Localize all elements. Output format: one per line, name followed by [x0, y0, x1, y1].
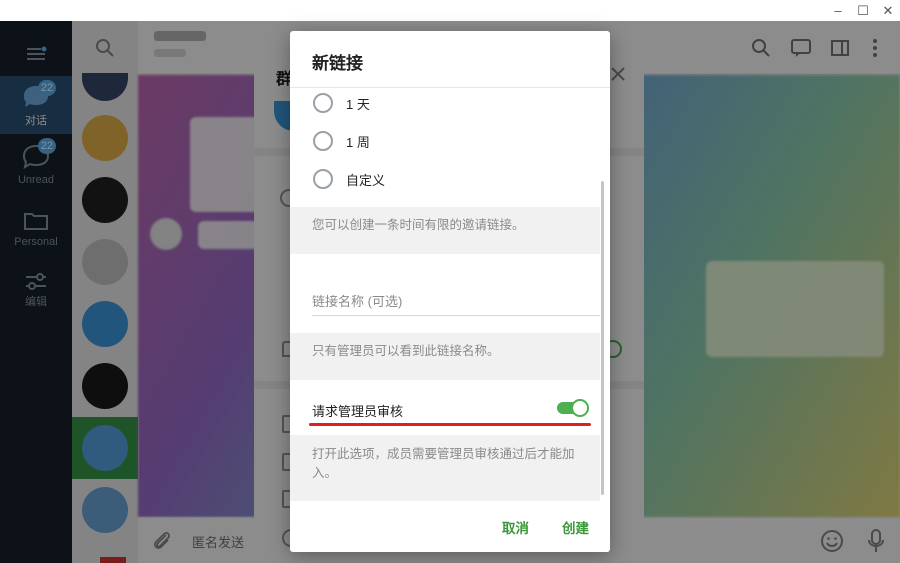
window-titlebar: – ☐ ✕	[0, 0, 900, 21]
dialog-title: 新链接	[312, 54, 363, 73]
expiry-option-1-week[interactable]: 1 周	[290, 122, 600, 160]
approval-hint-section: 打开此选项，成员需要管理员审核通过后才能加入。	[290, 435, 600, 501]
highlight-underline	[309, 423, 591, 426]
radio-label: 自定义	[346, 172, 386, 188]
toggle-knob	[571, 399, 589, 417]
link-name-hint: 只有管理员可以看到此链接名称。	[312, 344, 500, 358]
radio-label: 1 天	[346, 96, 370, 112]
request-approval-toggle[interactable]	[557, 399, 589, 417]
radio-button[interactable]	[313, 93, 333, 113]
time-limit-hint-section: 您可以创建一条时间有限的邀请链接。	[290, 207, 600, 254]
request-approval-label: 请求管理员审核	[312, 404, 404, 419]
minimize-button[interactable]: –	[826, 0, 850, 21]
cancel-button[interactable]: 取消	[502, 517, 529, 537]
dialog-scrollbar[interactable]	[601, 181, 604, 495]
new-link-dialog: 新链接 1 天 1 周 自定义 您可以创建一条时间有限的邀请链接。 只有管理员可…	[290, 31, 610, 552]
approval-hint: 打开此选项，成员需要管理员审核通过后才能加入。	[312, 447, 575, 480]
radio-button[interactable]	[313, 131, 333, 151]
time-limit-hint: 您可以创建一条时间有限的邀请链接。	[312, 218, 525, 232]
close-window-button[interactable]: ✕	[876, 0, 900, 21]
create-button[interactable]: 创建	[562, 517, 589, 537]
maximize-button[interactable]: ☐	[851, 0, 875, 21]
expiry-option-1-day[interactable]: 1 天	[290, 84, 600, 122]
link-name-input[interactable]	[312, 287, 600, 316]
radio-label: 1 周	[346, 134, 370, 150]
radio-button[interactable]	[313, 169, 333, 189]
expiry-option-custom[interactable]: 自定义	[290, 160, 600, 198]
link-name-hint-section: 只有管理员可以看到此链接名称。	[290, 333, 600, 380]
